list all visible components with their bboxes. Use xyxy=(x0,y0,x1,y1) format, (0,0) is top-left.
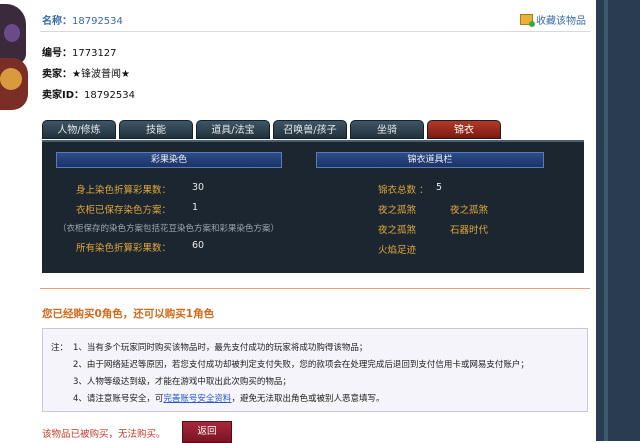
notes-prefix: 注： xyxy=(51,343,69,353)
character-avatar xyxy=(0,4,28,122)
id-value: 1773127 xyxy=(72,48,117,59)
divider xyxy=(40,31,590,32)
sidebar-stripe xyxy=(604,0,608,441)
note-line-1: 1、当有多个玩家同时购买该物品时，最先支付成功的玩家将成功购得该物品； xyxy=(73,343,368,353)
dye-header: 彩果染色 xyxy=(56,152,282,168)
dye-row-label: 衣柜已保存染色方案： xyxy=(76,205,172,216)
costume-item[interactable]: 石器时代 xyxy=(450,222,488,236)
seller-id-label: 卖家ID： xyxy=(42,90,85,101)
favorite-label[interactable]: 收藏该物品 xyxy=(536,12,586,27)
dye-row-value: 1 xyxy=(192,202,199,213)
costume-item[interactable]: 火焰足迹 xyxy=(378,242,416,256)
dye-row-value: 30 xyxy=(192,182,205,193)
favorite-link[interactable]: 收藏该物品 xyxy=(520,12,586,27)
seller-row: 卖家：★锋波普闻★ xyxy=(42,65,130,80)
tab-mounts[interactable]: 坐骑 xyxy=(350,120,424,139)
name-value: 18792534 xyxy=(72,16,123,27)
main-content: 名称：18792534 收藏该物品 编号：1773127 卖家：★锋波普闻★ 卖… xyxy=(0,0,596,443)
tab-costume[interactable]: 锦衣 xyxy=(427,120,501,139)
dye-row-label: 身上染色折算彩果数： xyxy=(76,185,172,196)
note-line-2: 2、由于网络延迟等原因，若您支付成功却被判定支付失败，您的款项会在处理完成后退回… xyxy=(73,360,529,370)
tab-items[interactable]: 道具/法宝 xyxy=(196,120,270,139)
id-label: 编号： xyxy=(42,48,72,59)
costume-item[interactable]: 夜之孤煞 xyxy=(378,222,416,236)
tab-skills[interactable]: 技能 xyxy=(119,120,193,139)
notes-box: 注： 1、当有多个玩家同时购买该物品时，最先支付成功的玩家将成功购得该物品； 2… xyxy=(42,328,588,412)
right-sidebar xyxy=(596,0,640,441)
seller-id-row: 卖家ID：18792534 xyxy=(42,86,135,101)
seller-value: ★锋波普闻★ xyxy=(72,69,130,80)
section-divider xyxy=(40,288,590,289)
seller-label: 卖家： xyxy=(42,69,72,80)
back-button[interactable]: 返回 xyxy=(182,421,232,443)
costume-total-label: 锦衣总数 ： xyxy=(378,185,429,196)
tab-pets[interactable]: 召唤兽/孩子 xyxy=(273,120,347,139)
costume-total-value: 5 xyxy=(436,182,443,193)
name-label: 名称： xyxy=(42,16,72,27)
item-name-row: 名称：18792534 xyxy=(42,12,123,27)
costume-item[interactable]: 夜之孤煞 xyxy=(450,202,488,216)
costume-item[interactable]: 夜之孤煞 xyxy=(378,202,416,216)
costume-items-header: 锦衣道具栏 xyxy=(316,152,544,168)
note-4-text: 4、请注意账号安全，可 xyxy=(73,394,164,404)
favorite-folder-icon xyxy=(520,14,535,27)
purchase-status: 该物品已被购买，无法购买。 xyxy=(42,429,166,440)
dye-note: （衣柜保存的染色方案包括花豆染色方案和彩果染色方案） xyxy=(58,224,280,234)
note-line-3: 3、人物等级达到级，才能在游戏中取出此次购买的物品； xyxy=(73,377,291,387)
seller-id-value: 18792534 xyxy=(84,90,135,101)
item-id-row: 编号：1773127 xyxy=(42,44,117,59)
account-security-link[interactable]: 完善账号安全资料 xyxy=(163,394,231,404)
dye-total-value: 60 xyxy=(192,240,205,251)
note-4-text-end: ，避免无法取出角色或被别人恶意填写。 xyxy=(231,394,385,404)
detail-tabs: 人物/修炼 技能 道具/法宝 召唤兽/孩子 坐骑 锦衣 xyxy=(42,120,501,140)
note-line-4: 4、请注意账号安全，可完善账号安全资料，避免无法取出角色或被别人恶意填写。 xyxy=(73,392,384,404)
dye-total-label: 所有染色折算彩果数： xyxy=(76,243,172,254)
tab-character[interactable]: 人物/修炼 xyxy=(42,120,116,139)
purchase-quota-message: 您已经购买0角色，还可以购买1角色 xyxy=(42,308,215,320)
costume-panel: 彩果染色 锦衣道具栏 身上染色折算彩果数： 30 衣柜已保存染色方案： 1 （衣… xyxy=(42,140,584,273)
